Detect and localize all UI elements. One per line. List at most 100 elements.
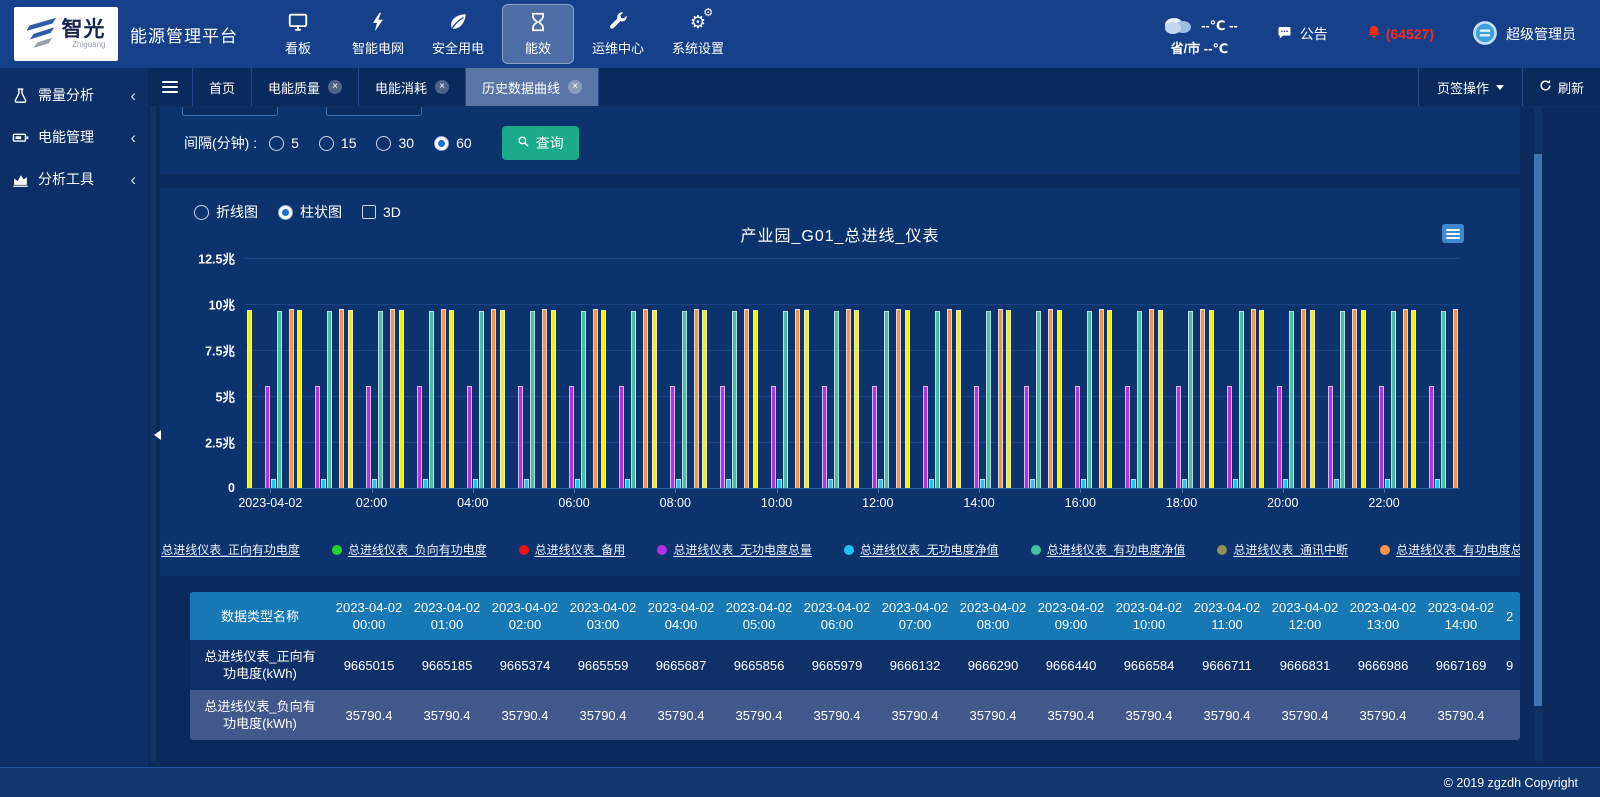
bar — [1328, 386, 1333, 488]
chart-export-menu-button[interactable] — [1442, 224, 1464, 243]
bar — [315, 386, 320, 488]
x-axis-tick — [878, 489, 879, 493]
chevron-left-icon: ‹ — [130, 129, 136, 146]
chart-type-option-2[interactable]: 3D — [362, 204, 401, 220]
tab-bar: 首页电能质量×电能消耗×历史数据曲线× 页签操作 刷新 — [148, 68, 1600, 107]
header-date: 2023-04-02 — [726, 599, 793, 616]
tab-close-icon[interactable]: × — [568, 80, 582, 94]
chart-type-option-1[interactable]: 柱状图 — [278, 202, 342, 222]
x-axis-labels: 2023-04-0202:0004:0006:0008:0010:0012:00… — [245, 488, 1460, 516]
brand-logo[interactable]: 智光 Zhiguang — [14, 7, 118, 61]
start-date-input[interactable]: 2023-04-02 — [182, 106, 278, 116]
bar — [449, 310, 454, 488]
interval-option-60[interactable]: 60 — [434, 135, 472, 151]
bar — [1075, 386, 1080, 488]
interval-option-5[interactable]: 5 — [269, 135, 299, 151]
sidebar-item-battery[interactable]: 电能管理‹ — [0, 116, 148, 158]
y-axis-label: 2.5兆 — [205, 433, 235, 452]
tab-0[interactable]: 首页 — [193, 68, 252, 106]
tab-operations-dropdown[interactable]: 页签操作 — [1418, 68, 1522, 106]
checkbox-chart-type-2[interactable] — [362, 205, 376, 219]
bar — [732, 311, 737, 488]
x-axis-tick — [372, 489, 373, 493]
tab-3[interactable]: 历史数据曲线× — [466, 68, 599, 106]
x-axis-label: 16:00 — [1065, 496, 1096, 510]
radio-interval-60[interactable] — [434, 136, 449, 151]
scrollbar-thumb[interactable] — [1534, 154, 1542, 706]
radio-chart-type-1[interactable] — [278, 205, 293, 220]
sidebar-collapse-handle[interactable] — [149, 420, 161, 450]
announcement-button[interactable]: 公告 — [1276, 24, 1328, 44]
table-cell: 9666711 — [1188, 640, 1266, 690]
tab-menu-button[interactable] — [148, 68, 193, 106]
bar — [575, 479, 580, 488]
tab-1[interactable]: 电能质量× — [252, 68, 359, 106]
cell-value: 35790.4 — [346, 707, 393, 724]
radio-interval-5[interactable] — [269, 136, 284, 151]
sidebar-item-chart[interactable]: 分析工具‹ — [0, 158, 148, 200]
table-cell: 35790.4 — [486, 690, 564, 740]
bar — [247, 310, 252, 488]
legend-item[interactable]: 总进线仪表_负向有功电度 — [332, 541, 487, 558]
tab-close-icon[interactable]: × — [435, 80, 449, 94]
row-label: 总进线仪表_正向有功电度(kWh) — [190, 640, 330, 690]
bar-group-06:00 — [549, 258, 600, 488]
legend-item[interactable]: 总进线仪表_有功电度净值 — [1031, 541, 1186, 558]
table-header-cell: 2023-04-0211:00 — [1188, 592, 1266, 640]
bar — [339, 309, 344, 488]
vertical-scrollbar[interactable] — [1534, 106, 1542, 761]
bar-group-04:00 — [448, 258, 499, 488]
interval-option-15[interactable]: 15 — [319, 135, 357, 151]
nav-item-wrench[interactable]: 运维中心 — [582, 4, 654, 64]
nav-item-gears[interactable]: ⚙⚙系统设置 — [662, 4, 734, 64]
interval-option-label: 5 — [291, 135, 299, 151]
legend-item[interactable]: 总进线仪表_通讯中断 — [1217, 541, 1348, 558]
legend-item[interactable]: 总进线仪表_备用 — [519, 541, 626, 558]
header-date: 2023-04-02 — [882, 599, 949, 616]
nav-item-hourglass[interactable]: 能效 — [502, 4, 574, 64]
user-menu[interactable]: 超级管理员 — [1472, 20, 1576, 49]
bar — [348, 310, 353, 488]
table-cell-clipped: 9 — [1500, 640, 1520, 690]
nav-item-leaf[interactable]: 安全用电 — [422, 4, 494, 64]
weather-city: 省/市 --℃ — [1171, 40, 1229, 57]
interval-option-30[interactable]: 30 — [376, 135, 414, 151]
bar — [822, 386, 827, 488]
end-date-input[interactable]: 2023-04-02 — [326, 106, 422, 116]
bar-group-11:00 — [802, 258, 853, 488]
search-button[interactable]: 查询 — [502, 126, 579, 160]
legend-item[interactable]: 总进线仪表_无功电度总量 — [657, 541, 812, 558]
bar — [726, 479, 731, 488]
bar — [1048, 309, 1053, 488]
bar — [518, 386, 523, 488]
bar — [601, 310, 606, 488]
legend-item[interactable]: 总进线仪表_正向有功电度 — [160, 541, 300, 558]
refresh-button[interactable]: 刷新 — [1522, 68, 1600, 106]
chart-type-option-0[interactable]: 折线图 — [194, 202, 258, 222]
cell-value: 35790.4 — [814, 707, 861, 724]
nav-item-monitor[interactable]: 看板 — [262, 4, 334, 64]
bar — [1239, 311, 1244, 488]
cell-value: 35790.4 — [658, 707, 705, 724]
header-time: 01:00 — [431, 616, 464, 633]
bar — [974, 386, 979, 488]
nav-item-lightning[interactable]: 智能电网 — [342, 4, 414, 64]
bar — [551, 310, 556, 488]
bar — [1176, 386, 1181, 488]
bar — [878, 479, 883, 488]
radio-interval-30[interactable] — [376, 136, 391, 151]
radio-chart-type-0[interactable] — [194, 205, 209, 220]
tab-2[interactable]: 电能消耗× — [359, 68, 466, 106]
gears-icon: ⚙⚙ — [687, 11, 709, 33]
tab-close-icon[interactable]: × — [328, 80, 342, 94]
legend-item[interactable]: 总进线仪表_无功电度净值 — [844, 541, 999, 558]
bar — [884, 311, 889, 488]
chart-type-controls: 折线图柱状图 3D — [160, 188, 1520, 222]
legend-item[interactable]: 总进线仪表_有功电度总量 — [1380, 541, 1520, 558]
bar — [1411, 310, 1416, 488]
radio-interval-15[interactable] — [319, 136, 334, 151]
header-date: 2023-04-02 — [648, 599, 715, 616]
header-time: 07:00 — [899, 616, 932, 633]
alarm-button[interactable]: (64527) — [1366, 24, 1434, 44]
sidebar-item-flask[interactable]: 需量分析‹ — [0, 74, 148, 116]
